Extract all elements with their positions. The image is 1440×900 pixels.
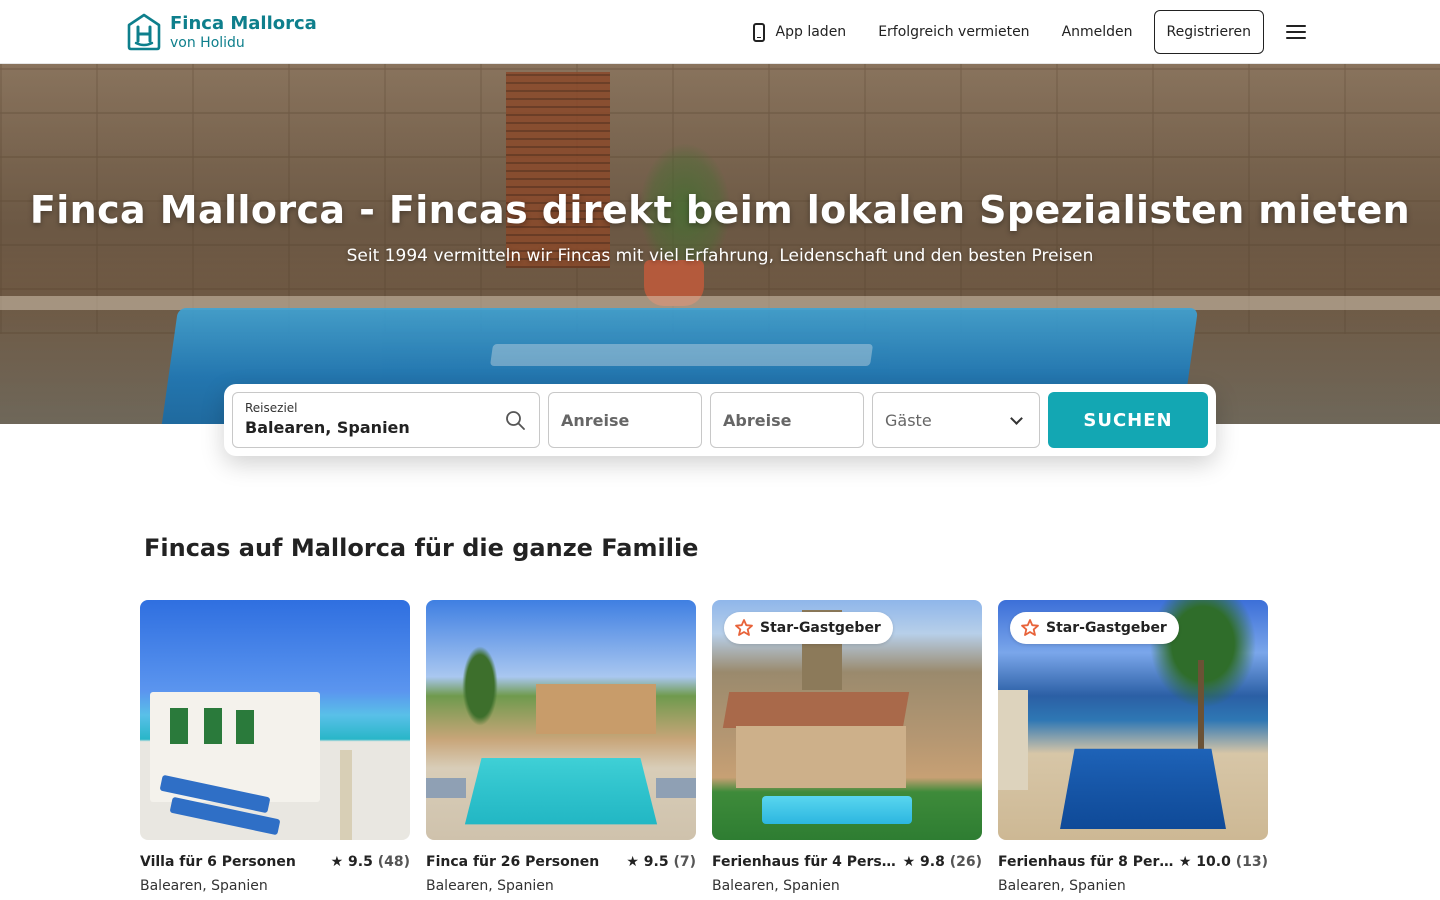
- destination-value: Balearen, Spanien: [245, 418, 410, 437]
- search-bar: Reiseziel Balearen, Spanien Anreise Abre…: [224, 384, 1216, 456]
- login-link[interactable]: Anmelden: [1062, 24, 1133, 40]
- property-image: [140, 600, 410, 840]
- brand-logo[interactable]: Finca Mallorca von Holidu: [127, 13, 317, 51]
- chevron-down-icon: [1010, 412, 1023, 425]
- property-location: Balearen, Spanien: [426, 878, 554, 894]
- guests-label: Gäste: [885, 410, 932, 430]
- property-card[interactable]: Star-Gastgeber Ferienhaus für 8 Personen…: [998, 600, 1268, 894]
- app-download-label: App laden: [775, 24, 847, 40]
- property-title: Finca für 26 Personen: [426, 854, 600, 870]
- property-rating: ★ 10.0 (13): [1179, 854, 1268, 870]
- property-location: Balearen, Spanien: [712, 878, 840, 894]
- rating-value: ★ 9.8: [902, 854, 945, 870]
- checkout-field[interactable]: Abreise: [710, 392, 864, 448]
- rating-value: ★ 10.0: [1178, 854, 1231, 870]
- top-header: Finca Mallorca von Holidu App laden Erfo…: [0, 0, 1440, 64]
- register-button[interactable]: Registrieren: [1153, 10, 1264, 54]
- hero-title: Finca Mallorca - Fincas direkt beim loka…: [29, 188, 1411, 232]
- brand-title: Finca Mallorca: [170, 12, 317, 34]
- hamburger-menu-icon[interactable]: [1286, 25, 1306, 39]
- rating-count: (48): [377, 854, 410, 870]
- main-nav: App laden Erfolgreich vermieten Anmelden…: [752, 10, 1306, 54]
- rating-count: (13): [1235, 854, 1268, 870]
- property-title: Ferienhaus für 4 Personen: [712, 854, 900, 870]
- property-card[interactable]: Villa für 6 Personen ★ 9.5 (48) Balearen…: [140, 600, 410, 894]
- property-image: Star-Gastgeber: [712, 600, 982, 840]
- rating-value: ★ 9.5: [330, 854, 373, 870]
- property-card[interactable]: Finca für 26 Personen ★ 9.5 (7) Balearen…: [426, 600, 696, 894]
- app-download-link[interactable]: App laden: [752, 22, 847, 42]
- section-title: Fincas auf Mallorca für die ganze Famili…: [144, 534, 699, 562]
- star-host-badge: Star-Gastgeber: [1010, 612, 1179, 644]
- phone-icon: [752, 22, 765, 42]
- property-rating: ★ 9.5 (48): [331, 854, 410, 870]
- rent-out-link[interactable]: Erfolgreich vermieten: [878, 24, 1029, 40]
- hero-banner: Finca Mallorca - Fincas direkt beim loka…: [0, 64, 1440, 424]
- property-rating: ★ 9.5 (7): [626, 854, 696, 870]
- property-image: Star-Gastgeber: [998, 600, 1268, 840]
- property-image: [426, 600, 696, 840]
- destination-label: Reiseziel: [245, 401, 298, 415]
- property-location: Balearen, Spanien: [140, 878, 268, 894]
- checkin-field[interactable]: Anreise: [548, 392, 702, 448]
- property-title: Villa für 6 Personen: [140, 854, 296, 870]
- brand-subtitle: von Holidu: [170, 34, 245, 51]
- hero-subtitle: Seit 1994 vermitteln wir Fincas mit viel…: [346, 246, 1094, 266]
- rating-count: (7): [673, 854, 696, 870]
- rating-count: (26): [949, 854, 982, 870]
- property-rating: ★ 9.8 (26): [903, 854, 982, 870]
- badge-label: Star-Gastgeber: [1046, 620, 1167, 636]
- search-icon: [506, 411, 525, 430]
- property-title: Ferienhaus für 8 Personen: [998, 854, 1179, 870]
- property-card[interactable]: Star-Gastgeber Ferienhaus für 4 Personen…: [712, 600, 982, 894]
- badge-label: Star-Gastgeber: [760, 620, 881, 636]
- house-logo-icon: [127, 13, 161, 51]
- star-host-badge: Star-Gastgeber: [724, 612, 893, 644]
- property-location: Balearen, Spanien: [998, 878, 1126, 894]
- guests-select[interactable]: Gäste: [872, 392, 1040, 448]
- destination-field[interactable]: Reiseziel Balearen, Spanien: [232, 392, 540, 448]
- property-card-list: Villa für 6 Personen ★ 9.5 (48) Balearen…: [140, 600, 1284, 894]
- rating-value: ★ 9.5: [626, 854, 669, 870]
- star-host-icon: [735, 619, 753, 636]
- search-button[interactable]: SUCHEN: [1048, 392, 1208, 448]
- hero-door-decoration: [506, 72, 610, 268]
- star-host-icon: [1021, 619, 1039, 636]
